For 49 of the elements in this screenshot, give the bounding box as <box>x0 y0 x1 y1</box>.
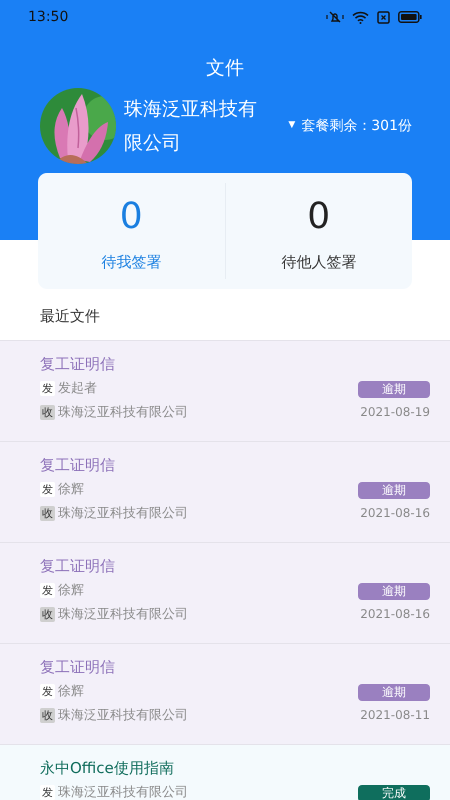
page-title: 文件 <box>205 56 245 81</box>
receiver-name: 珠海泛亚科技有限公司 <box>58 404 188 422</box>
document-item[interactable]: 复工证明信 发 徐辉 收 珠海泛亚科技有限公司 逾期 2021-08-11 <box>0 642 450 744</box>
receiver-tag: 收 <box>40 405 55 420</box>
document-title: 复工证明信 <box>40 354 116 374</box>
document-date: 2021-08-16 <box>360 504 430 522</box>
receiver-tag: 收 <box>40 708 55 723</box>
receiver-name: 珠海泛亚科技有限公司 <box>58 606 188 624</box>
document-title: 复工证明信 <box>40 656 116 678</box>
sim-icon <box>377 10 390 24</box>
battery-icon <box>398 11 422 23</box>
sender-name: 徐辉 <box>58 480 84 498</box>
document-date: 2021-08-11 <box>360 706 430 724</box>
status-time: 13:50 <box>28 8 68 26</box>
sender-name: 徐辉 <box>58 582 84 600</box>
mute-icon <box>326 10 344 24</box>
document-item[interactable]: 永中Office使用指南 发 珠海泛亚科技有限公司 完成 <box>0 744 450 800</box>
sender-name: 珠海泛亚科技有限公司 <box>58 784 188 800</box>
document-item[interactable]: 复工证明信 发 徐辉 收 珠海泛亚科技有限公司 逾期 2021-08-16 <box>0 542 450 642</box>
quota-text: 套餐剩余：301份 <box>301 116 412 136</box>
sender-name: 发起者 <box>58 380 97 398</box>
wifi-icon <box>352 10 369 24</box>
document-item[interactable]: 复工证明信 发 发起者 收 珠海泛亚科技有限公司 逾期 2021-08-19 <box>0 340 450 440</box>
counter-tab[interactable]: 0 待他人签署 <box>226 173 412 289</box>
status-badge: 逾期 <box>358 582 430 600</box>
status-badge: 逾期 <box>358 684 430 700</box>
sender-tag: 发 <box>40 381 55 396</box>
sender-tag: 发 <box>40 583 55 598</box>
document-title: 永中Office使用指南 <box>40 758 175 778</box>
document-title: 复工证明信 <box>40 454 116 476</box>
status-badge: 完成 <box>358 784 430 800</box>
document-title: 复工证明信 <box>40 556 116 576</box>
sender-tag: 发 <box>40 684 55 699</box>
status-badge: 逾期 <box>358 380 430 398</box>
document-item[interactable]: 复工证明信 发 徐辉 收 珠海泛亚科技有限公司 逾期 2021-08-16 <box>0 440 450 542</box>
document-date: 2021-08-19 <box>360 404 430 420</box>
document-date: 2021-08-16 <box>360 606 430 622</box>
receiver-tag: 收 <box>40 506 55 521</box>
status-badge: 逾期 <box>358 482 430 498</box>
caret-icon[interactable]: ▼ <box>288 119 296 133</box>
section-title: 最近文件 <box>39 306 101 327</box>
receiver-tag: 收 <box>40 607 55 622</box>
sender-tag: 发 <box>40 785 55 800</box>
sender-tag: 发 <box>40 482 55 497</box>
sender-name: 徐辉 <box>58 682 84 700</box>
receiver-name: 珠海泛亚科技有限公司 <box>58 504 188 522</box>
receiver-name: 珠海泛亚科技有限公司 <box>58 706 188 724</box>
counter-tab[interactable]: 0 待我签署 <box>38 173 224 289</box>
company-name: 珠海泛亚科技有限公司 <box>124 97 258 156</box>
